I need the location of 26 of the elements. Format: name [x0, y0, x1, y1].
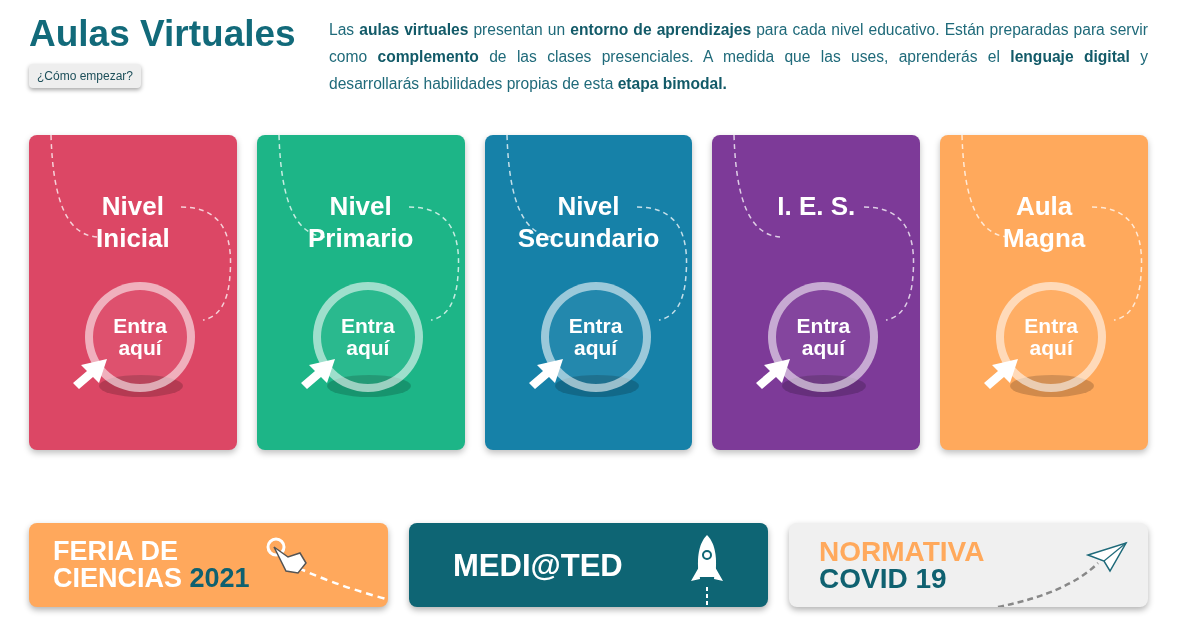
promo-banner[interactable]: FERIA DE CIENCIAS 2021: [29, 523, 388, 607]
level-card[interactable]: Nivel Primario Entra aquí: [256, 135, 465, 450]
level-title: Nivel Primario: [307, 190, 414, 254]
level-title: Nivel Inicial: [96, 190, 170, 254]
level-title: I. E. S.: [777, 190, 856, 222]
level-title: Nivel Secundario: [517, 190, 660, 254]
rocket-drawing: [690, 535, 724, 607]
promo-banner[interactable]: NORMATIVA COVID 19: [789, 523, 1148, 607]
help-button[interactable]: ¿Cómo empezar?: [29, 64, 142, 88]
enter-label: Entra aquí: [568, 315, 623, 359]
enter-label: Entra aquí: [1024, 315, 1079, 359]
enter-label: Entra aquí: [796, 315, 851, 359]
enter-label: Entra aquí: [340, 315, 395, 359]
banner-text: FERIA DE: [53, 538, 179, 565]
banner-text: CIENCIAS 2021: [53, 565, 251, 592]
level-card[interactable]: Nivel Inicial Entra aquí: [29, 135, 237, 450]
banner-text: COVID 19: [819, 565, 948, 592]
promo-banner[interactable]: MEDI@TED: [409, 523, 768, 607]
level-card[interactable]: I. E. S. Entra aquí: [712, 135, 921, 450]
enter-label: Entra aquí: [113, 315, 167, 359]
intro-paragraph: Las aulas virtuales presentan un entorno de aprendizajes para cada nivel educativo. Están preparadas para servir como complemento de las clases presenciales. A medida que las uses, aprenderás el lenguaje digital y desarrollarás habilidades propias de esta etapa bimodal.: [329, 20, 1148, 94]
page-title: Aulas Virtuales: [29, 12, 296, 56]
level-title: Aula Magna: [1002, 190, 1086, 254]
banner-text: MEDI@TED: [453, 551, 624, 579]
banner-text: NORMATIVA: [819, 538, 986, 565]
level-card[interactable]: Nivel Secundario Entra aquí: [484, 135, 693, 450]
